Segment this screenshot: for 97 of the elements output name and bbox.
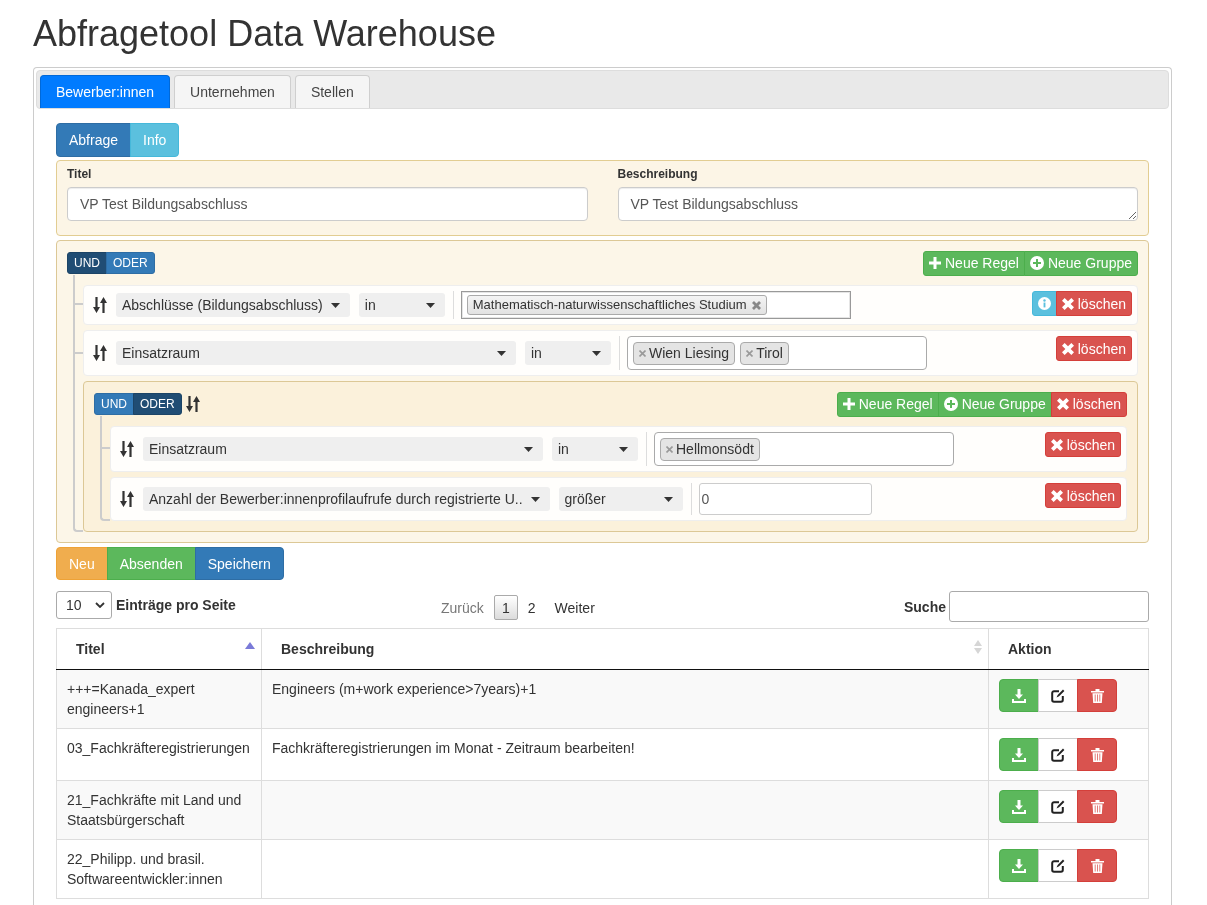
search-field[interactable] [949, 591, 1149, 622]
download-icon [1012, 858, 1026, 873]
caret-icon [497, 350, 506, 356]
description-field[interactable]: VP Test Bildungsabschluss [617, 187, 1138, 221]
close-icon [1050, 489, 1063, 502]
delete-button[interactable]: löschen [1044, 432, 1121, 457]
chevron-down-icon [95, 602, 105, 608]
search-label: Suche [904, 597, 946, 617]
download-icon [1012, 799, 1026, 814]
caret-icon [619, 446, 628, 452]
delete-button[interactable]: löschen [1044, 483, 1121, 508]
column-header[interactable]: Beschreibung [261, 628, 989, 670]
edit-icon [1051, 799, 1065, 814]
selected-tag[interactable]: Tirol [740, 341, 789, 365]
field-select[interactable]: Abschlüsse (Bildungsabschluss) [116, 293, 350, 317]
trash-icon [1090, 747, 1104, 762]
field-label: Titel [67, 166, 93, 183]
page-number-button[interactable]: 2 [518, 595, 545, 620]
edit-button[interactable] [1038, 679, 1078, 712]
table-cell: 21_Fachkräfte mit Land und Staatsbürgerschaft [56, 780, 262, 840]
save-button[interactable]: Speichern [194, 547, 284, 580]
page-title: Abfragetool Data Warehouse [33, 14, 497, 54]
table-cell: 22_Philipp. und brasil. Softwareentwickler:innen [56, 839, 262, 899]
close-icon [1061, 297, 1074, 310]
tag-input-field[interactable]: Hellmonsödt [654, 432, 954, 466]
delete-button[interactable]: löschen [1055, 291, 1132, 316]
selected-tag[interactable]: Hellmonsödt [660, 437, 760, 461]
close-icon [1056, 398, 1069, 410]
operator-select[interactable]: in [552, 437, 638, 461]
close-icon [1050, 438, 1063, 451]
column-header[interactable]: Titel [56, 628, 262, 670]
view-toggle-button[interactable]: Abfrage [56, 123, 132, 157]
info-icon [1037, 297, 1051, 310]
table-cell: Fachkräfteregistrierungen im Monat - Zeitraum bearbeiten! [261, 728, 989, 781]
tab[interactable]: Bewerber:innen [40, 75, 171, 108]
delete-button[interactable] [1077, 849, 1117, 882]
up-down-arrows-icon[interactable] [120, 441, 134, 457]
edit-icon [1051, 858, 1065, 873]
operator-select[interactable]: in [358, 293, 445, 317]
selected-tag[interactable]: Mathematisch-naturwissenschaftliches Studium [466, 295, 767, 315]
up-down-arrows-icon [185, 396, 200, 412]
edit-icon [1051, 747, 1065, 762]
caret-icon [530, 496, 540, 502]
remove-icon[interactable] [751, 300, 761, 310]
close-icon [1061, 342, 1074, 355]
next-page-link[interactable]: Weiter [545, 595, 604, 620]
trash-icon [1090, 799, 1104, 814]
plus-circle-icon [943, 397, 958, 411]
delete-button[interactable]: löschen [1055, 336, 1132, 361]
condition-toggle[interactable]: ODER [133, 393, 182, 415]
selected-tag[interactable]: Wien Liesing [633, 341, 736, 365]
tab[interactable]: Unternehmen [174, 75, 291, 108]
tag-input-field[interactable]: Wien Liesing Tirol [627, 336, 927, 370]
delete-button[interactable] [1077, 790, 1117, 823]
delete-button[interactable] [1077, 679, 1117, 712]
condition-toggle[interactable]: UND [67, 252, 107, 274]
up-down-arrows-icon[interactable] [120, 491, 134, 507]
tab[interactable]: Stellen [294, 75, 370, 108]
edit-button[interactable] [1038, 849, 1078, 882]
edit-icon [1051, 688, 1065, 703]
trash-icon [1090, 688, 1104, 703]
edit-button[interactable] [1038, 738, 1078, 771]
trash-icon [1090, 858, 1104, 873]
table-cell: Engineers (m+work experience>7years)+1 [261, 669, 989, 729]
number-input-field[interactable]: 0 [698, 483, 872, 515]
caret-icon [524, 446, 533, 452]
condition-toggle[interactable]: UND [94, 393, 134, 415]
delete-button[interactable]: löschen [1050, 391, 1127, 417]
field-select[interactable]: Anzahl der Bewerber:innenprofilaufrufe durch registrierte U.. [143, 487, 550, 511]
edit-button[interactable] [1038, 790, 1078, 823]
caret-icon [592, 350, 601, 356]
operator-select[interactable]: größer [558, 487, 683, 511]
download-icon [1012, 747, 1026, 762]
plus-icon [842, 398, 855, 410]
operator-select[interactable]: in [525, 341, 611, 365]
page-length-label: Einträge pro Seite [116, 596, 236, 615]
field-select[interactable]: Einsatzraum [116, 341, 516, 365]
field-label: Beschreibung [617, 166, 699, 183]
column-header: Aktion [988, 628, 1149, 670]
field-select[interactable]: Einsatzraum [143, 437, 543, 461]
page-number-button[interactable]: 1 [493, 595, 518, 620]
tag-input-field[interactable]: Mathematisch-naturwissenschaftliches Studium [460, 291, 851, 319]
plus-circle-icon [1029, 256, 1044, 270]
condition-toggle[interactable]: ODER [106, 252, 155, 274]
delete-button[interactable] [1077, 738, 1117, 771]
table-cell: 03_Fachkräfteregistrierungen [56, 728, 262, 781]
up-down-arrows-icon[interactable] [93, 297, 107, 313]
table-cell: +++=Kanada_expert engineers+1 [56, 669, 262, 729]
info-button[interactable] [1031, 291, 1057, 316]
page-length-select[interactable]: 10 [56, 591, 112, 619]
up-down-arrows-icon[interactable] [93, 345, 107, 361]
plus-icon [929, 257, 941, 269]
caret-icon [425, 302, 435, 308]
title-field[interactable]: VP Test Bildungsabschluss [67, 187, 588, 221]
caret-icon [663, 496, 673, 502]
caret-icon [330, 302, 340, 308]
download-icon [1012, 688, 1026, 703]
